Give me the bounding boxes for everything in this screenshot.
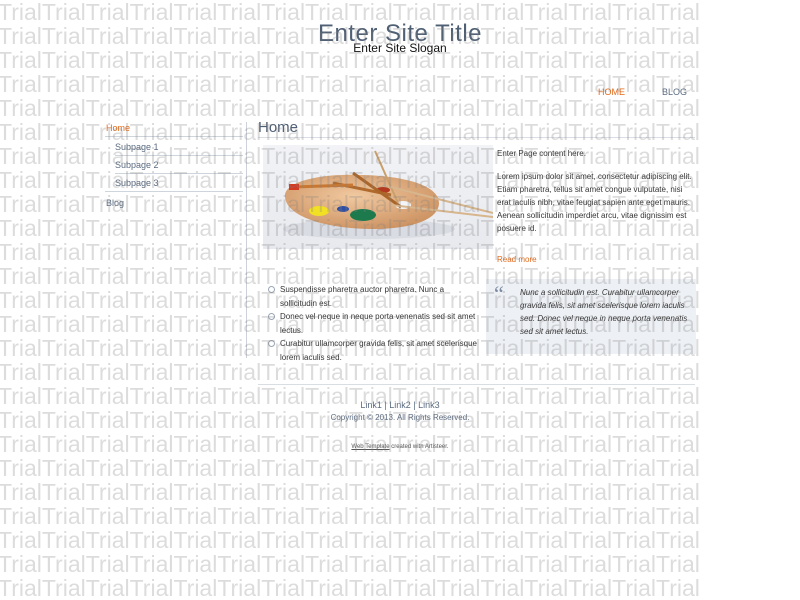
- credit-text: Web Template created with Artisteer.: [0, 444, 800, 450]
- watermark-row: TrialTrialTrialTrialTrialTrialTrialTrial…: [0, 527, 700, 553]
- footer-link-3[interactable]: Link3: [418, 400, 440, 410]
- top-nav-blog[interactable]: BLOG: [662, 87, 687, 97]
- divider: [105, 136, 243, 137]
- site-slogan: Enter Site Slogan: [353, 41, 447, 55]
- read-more-link[interactable]: Read more: [497, 255, 537, 264]
- web-template-link[interactable]: Web Template: [351, 444, 389, 450]
- watermark-row: TrialTrialTrialTrialTrialTrialTrialTrial…: [0, 119, 700, 145]
- page-body-text: Lorem ipsum dolor sit amet, consectetur …: [497, 172, 692, 233]
- sidebar-item-blog[interactable]: Blog: [106, 198, 124, 208]
- watermark-row: TrialTrialTrialTrialTrialTrialTrialTrial…: [0, 455, 700, 481]
- sidebar-item-home[interactable]: Home: [106, 123, 130, 133]
- palette-image: [263, 145, 493, 249]
- divider: [115, 155, 243, 156]
- list-item-text: Curabitur ullamcorper gravida felis, sit…: [280, 339, 477, 362]
- sidebar-item-subpage-2[interactable]: Subpage 2: [115, 160, 159, 170]
- palette-illustration: [283, 150, 493, 239]
- watermark-row: TrialTrialTrialTrialTrialTrialTrialTrial…: [0, 575, 700, 600]
- footer-separator: |: [410, 400, 419, 410]
- divider: [105, 191, 243, 192]
- sidebar-item-subpage-3[interactable]: Subpage 3: [115, 178, 159, 188]
- page-title: Home: [258, 119, 299, 136]
- bullet-icon: [268, 313, 275, 320]
- footer-link-2[interactable]: Link2: [389, 400, 411, 410]
- footer-links: Link1 | Link2 | Link3: [0, 400, 800, 410]
- list-item: Donec vel neque in neque porta venenatis…: [268, 310, 483, 337]
- list-item-text: Donec vel neque in neque porta venenatis…: [280, 312, 476, 335]
- bullet-icon: [268, 286, 275, 293]
- watermark-row: TrialTrialTrialTrialTrialTrialTrialTrial…: [0, 95, 700, 121]
- list-item-text: Suspendisse pharetra auctor pharetra. Nu…: [280, 285, 445, 308]
- blockquote: “ Nunc a sollicitudin est. Curabitur ull…: [486, 279, 696, 354]
- divider: [258, 384, 695, 385]
- quote-text: Nunc a sollicitudin est. Curabitur ullam…: [520, 288, 688, 336]
- credit-rest: created with Artisteer.: [389, 444, 449, 450]
- watermark-row: TrialTrialTrialTrialTrialTrialTrialTrial…: [0, 71, 700, 97]
- watermark-row: TrialTrialTrialTrialTrialTrialTrialTrial…: [0, 479, 700, 505]
- page-intro: Enter Page content here.: [497, 149, 586, 158]
- bullet-list: Suspendisse pharetra auctor pharetra. Nu…: [268, 283, 483, 364]
- divider: [258, 137, 695, 138]
- sidebar-divider: [246, 122, 247, 358]
- list-item: Suspendisse pharetra auctor pharetra. Nu…: [268, 283, 483, 310]
- footer-link-1[interactable]: Link1: [360, 400, 382, 410]
- top-nav-home[interactable]: HOME: [598, 87, 625, 97]
- sidebar-item-subpage-1[interactable]: Subpage 1: [115, 142, 159, 152]
- quote-icon: “: [494, 281, 504, 306]
- copyright-text: Copyright © 2013. All Rights Reserved.: [330, 413, 470, 422]
- bullet-icon: [268, 340, 275, 347]
- divider: [115, 173, 243, 174]
- watermark-row: TrialTrialTrialTrialTrialTrialTrialTrial…: [0, 551, 700, 577]
- list-item: Curabitur ullamcorper gravida felis, sit…: [268, 337, 483, 364]
- watermark-row: TrialTrialTrialTrialTrialTrialTrialTrial…: [0, 503, 700, 529]
